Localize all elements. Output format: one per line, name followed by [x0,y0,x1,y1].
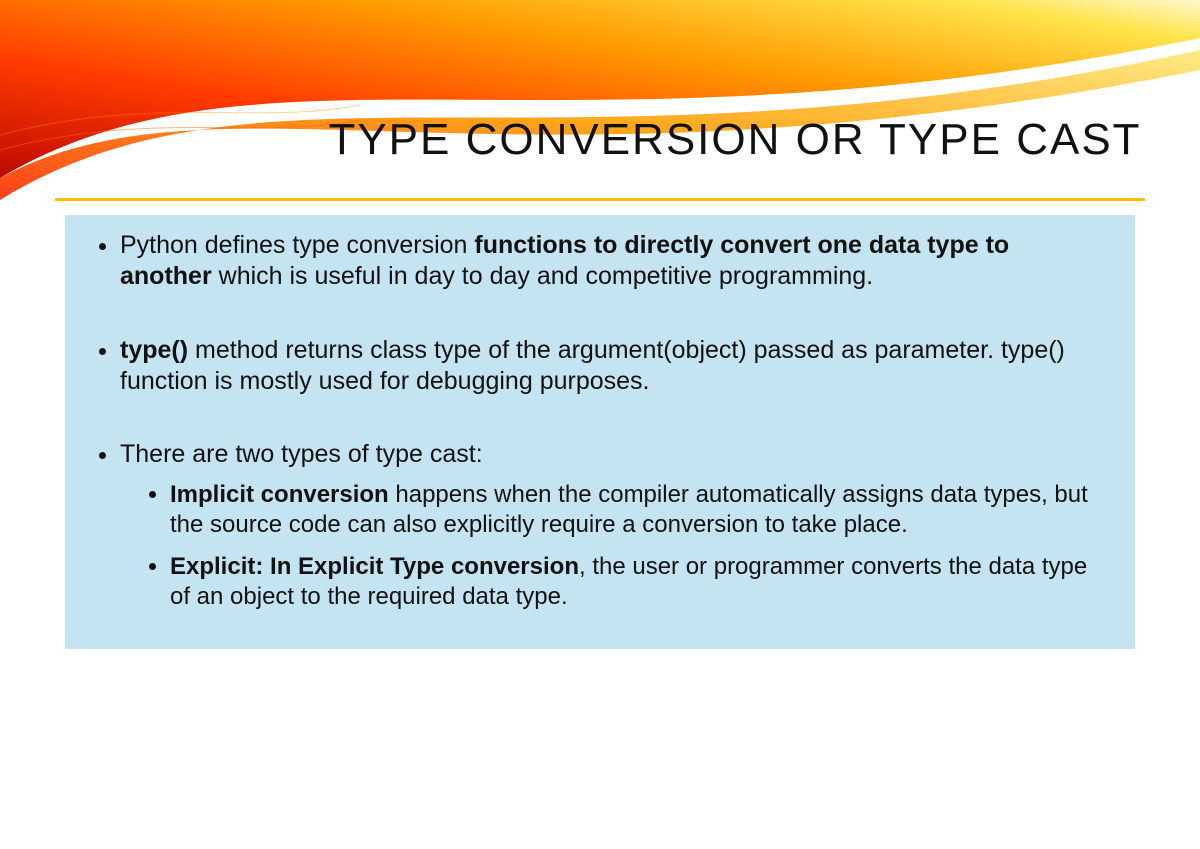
bullet-2-bold: type() [120,336,188,364]
bullet-1: Python defines type conversion functions… [120,230,1105,293]
bullet-3-intro: There are two types of type cast: [120,440,483,468]
title-underline [55,198,1145,201]
sub-bullet-1: Implicit conversion happens when the com… [170,480,1105,540]
bullet-1-pre: Python defines type conversion [120,231,474,259]
content-box: Python defines type conversion functions… [65,215,1135,649]
bullet-3: There are two types of type cast: Implic… [120,439,1105,612]
header-swoosh [0,0,1200,200]
sub-2-bold: Explicit: In Explicit Type conversion [170,553,579,580]
sub-bullet-2: Explicit: In Explicit Type conversion, t… [170,552,1105,612]
slide-title: TYPE CONVERSION OR TYPE CAST [28,115,1171,165]
sub-list: Implicit conversion happens when the com… [120,480,1105,612]
bullet-1-post: which is useful in day to day and compet… [212,262,873,290]
bullet-2-post: method returns class type of the argumen… [120,336,1065,395]
sub-1-bold: Implicit conversion [170,481,389,508]
bullet-list: Python defines type conversion functions… [95,230,1105,612]
bullet-2: type() method returns class type of the … [120,335,1105,398]
